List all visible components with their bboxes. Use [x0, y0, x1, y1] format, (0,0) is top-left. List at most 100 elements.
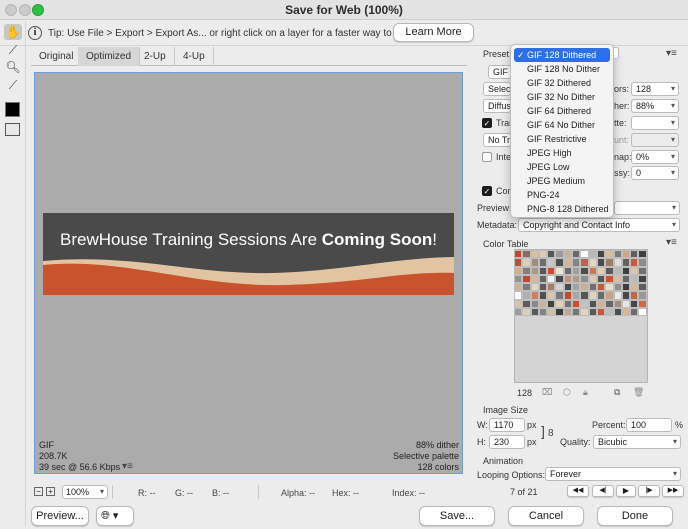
color-swatch[interactable] [572, 250, 581, 259]
color-swatch[interactable] [588, 274, 597, 284]
preview-color-select[interactable]: ▾ [614, 201, 680, 215]
color-swatch[interactable] [605, 266, 614, 275]
metadata-select[interactable]: Copyright and Contact Info ▾ [518, 218, 680, 232]
color-swatch[interactable] [530, 266, 539, 275]
tab-2-up[interactable]: 2-Up [136, 47, 175, 66]
color-swatch[interactable] [580, 299, 589, 309]
color-swatch[interactable] [596, 283, 606, 292]
preset-option[interactable]: GIF 64 No Dither [514, 118, 610, 132]
color-swatch[interactable] [514, 266, 523, 275]
color-swatch[interactable] [522, 250, 531, 259]
color-swatch[interactable] [563, 308, 573, 317]
color-swatch[interactable] [572, 291, 581, 300]
color-swatch[interactable] [638, 250, 647, 259]
color-swatch[interactable] [588, 308, 597, 317]
color-swatch[interactable] [613, 283, 622, 292]
map-color-icon[interactable]: ⌧ [542, 387, 552, 398]
color-swatch[interactable] [630, 258, 639, 267]
color-swatch[interactable] [522, 274, 531, 284]
color-swatch[interactable] [596, 250, 606, 259]
color-swatch[interactable] [522, 299, 531, 309]
color-swatch[interactable] [621, 308, 631, 317]
color-swatch[interactable] [530, 283, 539, 292]
color-swatch[interactable] [630, 250, 639, 259]
color-swatch[interactable] [580, 274, 589, 284]
optimize-menu-icon[interactable]: ▾≡ [666, 48, 677, 59]
color-swatch[interactable] [563, 274, 573, 284]
color-swatch[interactable] [638, 266, 647, 275]
color-swatch[interactable] [638, 258, 647, 267]
tab-original[interactable]: Original [31, 47, 83, 66]
color-swatch[interactable] [555, 283, 564, 292]
color-swatch[interactable] [580, 291, 589, 300]
interlaced-checkbox[interactable] [482, 152, 492, 162]
color-swatch[interactable] [530, 291, 539, 300]
color-swatch[interactable] [621, 274, 631, 284]
color-swatch[interactable] [572, 299, 581, 309]
color-swatch[interactable] [596, 308, 606, 317]
color-swatch[interactable] [530, 258, 539, 267]
color-swatch[interactable] [530, 250, 539, 259]
hand-tool-icon[interactable]: ✋ [4, 24, 22, 40]
looping-options-select[interactable]: Forever ▾ [545, 467, 681, 481]
done-button[interactable]: Done [597, 506, 673, 526]
color-swatch[interactable] [522, 266, 531, 275]
toggle-slices-visibility-icon[interactable] [5, 123, 20, 136]
color-swatch[interactable] [514, 258, 523, 267]
color-swatch[interactable] [547, 291, 556, 300]
color-swatch[interactable] [613, 258, 622, 267]
color-swatch[interactable] [630, 308, 639, 317]
color-swatch[interactable] [613, 266, 622, 275]
previous-frame-icon[interactable]: ◀| [592, 485, 614, 497]
color-swatch[interactable] [555, 274, 564, 284]
color-swatch[interactable] [596, 266, 606, 275]
link-proportions-icon[interactable]: 8 [548, 428, 554, 439]
color-swatch[interactable] [605, 283, 614, 292]
color-swatch[interactable] [621, 299, 631, 309]
color-swatch[interactable] [630, 266, 639, 275]
zoom-level-select[interactable]: 100% ▾ [62, 485, 108, 499]
color-swatch[interactable] [572, 274, 581, 284]
color-swatch[interactable] [547, 266, 556, 275]
lossy-field[interactable]: 0 ▾ [631, 166, 679, 180]
color-swatch[interactable] [514, 299, 523, 309]
transparency-checkbox[interactable]: ✓ [482, 118, 492, 128]
height-field[interactable]: 230 [489, 435, 525, 449]
color-swatch[interactable] [538, 258, 548, 267]
first-frame-icon[interactable]: ◀◀ [567, 485, 589, 497]
color-swatch[interactable] [547, 250, 556, 259]
color-swatch[interactable] [538, 266, 548, 275]
web-snap-field[interactable]: 0% ▾ [631, 150, 679, 164]
zoom-out-icon[interactable]: − [34, 487, 43, 496]
preset-option[interactable]: JPEG Low [514, 160, 610, 174]
color-swatch[interactable] [555, 308, 564, 317]
color-swatch[interactable] [596, 258, 606, 267]
color-swatch[interactable] [563, 283, 573, 292]
color-table-menu-icon[interactable]: ▾≡ [666, 237, 677, 248]
color-swatch[interactable] [538, 299, 548, 309]
color-swatch[interactable] [605, 258, 614, 267]
color-swatch[interactable] [530, 274, 539, 284]
convert-srgb-checkbox[interactable]: ✓ [482, 186, 492, 196]
color-swatch-grid[interactable] [514, 250, 648, 317]
color-swatch[interactable] [538, 274, 548, 284]
color-swatch[interactable] [514, 283, 523, 292]
preview-browser-button[interactable]: 🌐︎ ▾ [96, 506, 134, 526]
color-swatch[interactable] [605, 274, 614, 284]
dither-algorithm-select[interactable]: Diffus [483, 99, 511, 113]
color-swatch[interactable] [605, 299, 614, 309]
color-swatch[interactable] [547, 299, 556, 309]
color-reduction-select[interactable]: Selec [483, 82, 511, 96]
color-swatch[interactable] [638, 283, 647, 292]
color-swatch[interactable] [630, 283, 639, 292]
matte-select[interactable]: ▾ [631, 116, 679, 130]
color-swatch[interactable] [514, 291, 523, 300]
color-swatch[interactable] [538, 283, 548, 292]
preset-option[interactable]: GIF 64 Dithered [514, 104, 610, 118]
lock-color-icon[interactable]: 🔒︎ [583, 387, 588, 398]
slice-select-tool-icon[interactable]: ⟋ [4, 42, 22, 58]
color-swatch[interactable] [580, 258, 589, 267]
color-swatch[interactable] [638, 308, 647, 317]
color-swatch[interactable] [638, 274, 647, 284]
color-swatch[interactable] [514, 308, 523, 317]
